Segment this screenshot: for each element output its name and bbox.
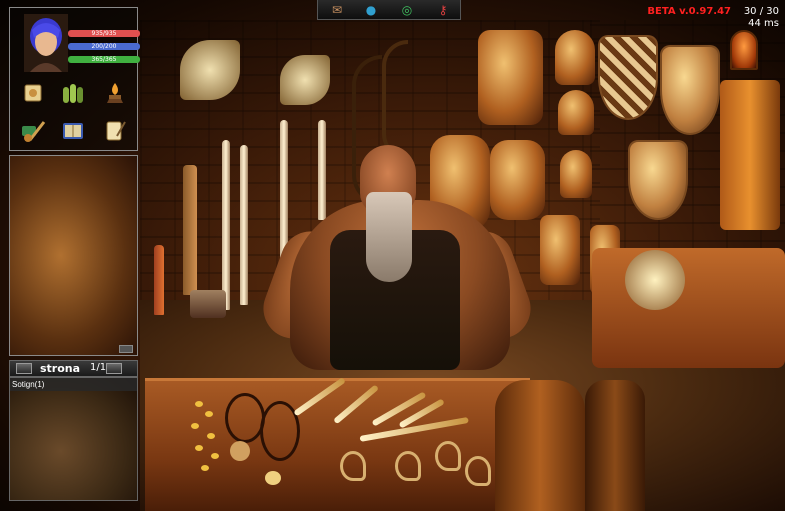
stamina-bar: 365/365: [68, 56, 140, 63]
greaves: [540, 215, 580, 285]
sword: [318, 120, 326, 220]
sword: [222, 140, 230, 310]
page-label: strona: [40, 362, 81, 375]
spellbook-icon[interactable]: [60, 118, 86, 144]
bow: [382, 40, 408, 160]
helmet: [555, 30, 595, 85]
prev-page-button[interactable]: [16, 363, 32, 374]
letter-icon: ✉: [331, 3, 343, 17]
minimap-resize-handle[interactable]: [119, 345, 133, 353]
pendant-item[interactable]: [230, 441, 250, 461]
claw-item[interactable]: [465, 456, 491, 486]
lattice-shield: [598, 35, 658, 120]
cloth-banner: [720, 80, 780, 230]
minimap-panel[interactable]: [9, 155, 138, 356]
key-button[interactable]: ⚷: [428, 1, 458, 19]
equipment-icon[interactable]: [20, 118, 46, 144]
radar-button[interactable]: ◎: [392, 1, 422, 19]
kite-shield: [660, 45, 720, 135]
hammer-head: [190, 290, 226, 318]
hp-value: 935/935: [91, 30, 117, 37]
helmet: [558, 90, 594, 135]
dagger-item[interactable]: [293, 377, 346, 417]
quest-log-icon[interactable]: [102, 118, 128, 144]
ring-item[interactable]: [195, 401, 203, 407]
fps-counter: 30 / 30: [743, 6, 779, 17]
party-icon[interactable]: [60, 80, 86, 106]
player-icon: ●: [365, 3, 377, 17]
stamina-value: 365/365: [91, 56, 117, 63]
message-entry[interactable]: Sotign(1): [10, 378, 137, 391]
player-avatar[interactable]: [24, 14, 68, 72]
letter-button[interactable]: ✉: [322, 1, 352, 19]
ring-item[interactable]: [191, 423, 199, 429]
scabbard-rack: [495, 380, 585, 511]
pendant-item[interactable]: [265, 471, 281, 485]
breastplate: [478, 30, 543, 125]
ring-item[interactable]: [207, 433, 215, 439]
amulet-item[interactable]: [225, 393, 265, 443]
mana-bar: 200/200: [68, 43, 140, 50]
npc-beard: [366, 192, 412, 282]
top-toolbar: ✉ ● ◎ ⚷: [317, 0, 461, 20]
mana-value: 200/200: [91, 43, 117, 50]
axe-head: [180, 40, 240, 100]
key-icon: ⚷: [438, 3, 448, 17]
sword: [240, 145, 248, 305]
mace: [154, 245, 164, 315]
ring-item[interactable]: [205, 411, 213, 417]
skills-icon[interactable]: [102, 80, 128, 106]
armor-rack-table: [592, 248, 785, 368]
round-shield: [628, 140, 688, 220]
merchant-table: [145, 377, 530, 511]
player-button[interactable]: ●: [356, 1, 386, 19]
page-navigator: strona 1/1: [9, 360, 138, 377]
ping-counter: 44 ms: [748, 18, 779, 29]
claw-item[interactable]: [395, 451, 421, 481]
ring-item[interactable]: [195, 445, 203, 451]
exit-door-icon[interactable]: [730, 30, 758, 70]
version-label: BETA v.0.97.47: [647, 6, 731, 17]
scabbard-rack: [585, 380, 645, 511]
ring-item[interactable]: [211, 453, 219, 459]
message-panel: Sotign(1): [9, 377, 138, 501]
ring-item[interactable]: [201, 465, 209, 471]
next-page-button[interactable]: [106, 363, 122, 374]
character-panel: 935/935 200/200 365/365: [9, 7, 140, 151]
claw-item[interactable]: [340, 451, 366, 481]
hp-bar: 935/935: [68, 30, 140, 37]
dagger-item[interactable]: [333, 384, 380, 425]
helmet: [560, 150, 592, 198]
claw-item[interactable]: [435, 441, 461, 471]
radar-icon: ◎: [401, 3, 413, 17]
map-scroll-icon[interactable]: [20, 80, 46, 106]
dagger-item[interactable]: [371, 391, 427, 427]
axe-head: [280, 55, 330, 105]
hammer-handle: [183, 165, 197, 295]
chest-armor: [490, 140, 545, 220]
gauntlets: [625, 250, 685, 310]
page-number: 1/1: [90, 362, 107, 373]
